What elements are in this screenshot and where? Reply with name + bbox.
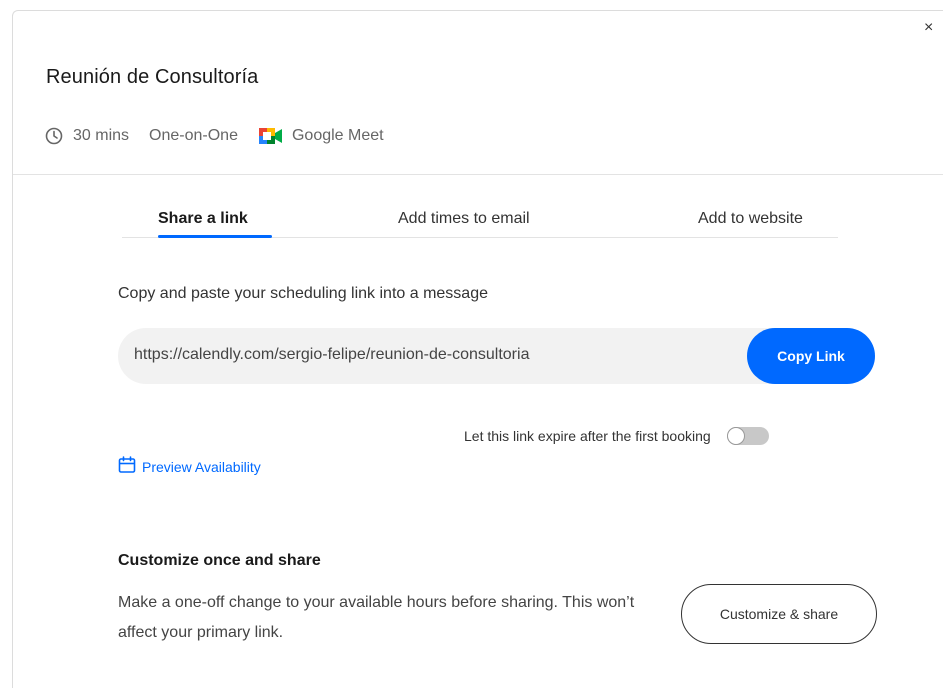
customize-share-button[interactable]: Customize & share — [681, 584, 877, 644]
preview-availability-link[interactable]: Preview Availability — [118, 456, 261, 477]
expire-link-toggle[interactable] — [726, 427, 769, 445]
google-meet-icon — [258, 126, 284, 146]
calendar-icon — [118, 456, 142, 477]
expire-link-label: Let this link expire after the first boo… — [464, 428, 711, 444]
tab-share-a-link[interactable]: Share a link — [158, 210, 248, 228]
customize-title: Customize once and share — [118, 552, 321, 569]
event-type: One-on-One — [149, 127, 238, 144]
event-duration: 30 mins — [73, 127, 130, 144]
copy-link-button[interactable]: Copy Link — [747, 328, 875, 384]
event-location: Google Meet — [291, 127, 384, 144]
event-title: Reunión de Consultoría — [46, 66, 259, 88]
share-instruction: Copy and paste your scheduling link into… — [118, 285, 488, 302]
toggle-knob — [726, 427, 745, 445]
event-meta: 30 mins One-on-One Google Meet — [45, 124, 384, 148]
tab-add-to-website[interactable]: Add to website — [698, 210, 803, 228]
header-divider — [13, 174, 943, 175]
customize-description: Make a one-off change to your available … — [118, 594, 635, 641]
active-tab-indicator — [158, 235, 272, 238]
share-tabs: Share a link Add times to email Add to w… — [122, 200, 838, 238]
tab-add-times-to-email[interactable]: Add times to email — [398, 210, 530, 228]
scheduling-link-url[interactable]: https://calendly.com/sergio-felipe/reuni… — [134, 346, 529, 364]
scheduling-link-field[interactable]: https://calendly.com/sergio-felipe/reuni… — [118, 328, 875, 384]
clock-icon — [45, 127, 63, 145]
preview-availability-label[interactable]: Preview Availability — [142, 459, 261, 475]
expire-link-row: Let this link expire after the first boo… — [464, 426, 769, 446]
close-icon[interactable]: × — [924, 20, 938, 60]
